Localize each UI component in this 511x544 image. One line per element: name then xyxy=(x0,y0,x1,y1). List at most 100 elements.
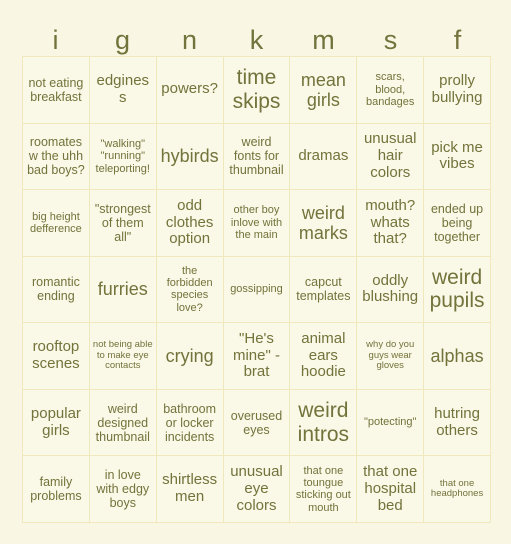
bingo-cell-label: roomates w the uhh bad boys? xyxy=(27,135,85,178)
bingo-cell-label: the forbidden species love? xyxy=(166,264,213,314)
bingo-cell-label: mean girls xyxy=(300,69,346,110)
header-letter-7: f xyxy=(453,24,462,55)
bingo-cell[interactable]: romantic ending xyxy=(23,256,90,324)
bingo-cell-label: mouth? whats that? xyxy=(365,196,416,248)
bingo-header-row: i g n k m s f xyxy=(22,24,491,56)
bingo-cell[interactable]: mean girls xyxy=(290,57,358,124)
bingo-cell[interactable]: unusual eye colors xyxy=(223,456,291,523)
header-letter-5: m xyxy=(312,24,335,55)
bingo-cell[interactable]: the forbidden species love? xyxy=(156,256,224,324)
bingo-grid: not eating breakfast edginess powers? time … xyxy=(22,56,491,523)
bingo-cell-label: overused eyes xyxy=(230,408,283,437)
header-letter-2: g xyxy=(114,24,131,55)
bingo-cell[interactable]: capcut templates xyxy=(290,256,358,324)
bingo-cell[interactable]: "walking" "running" teleporting! xyxy=(89,123,157,191)
bingo-cell[interactable]: that one headphones xyxy=(424,456,491,523)
bingo-cell[interactable]: edginess xyxy=(89,57,157,124)
header-letter-6: s xyxy=(383,24,398,55)
bingo-cell[interactable]: hybirds xyxy=(156,123,224,191)
bingo-cell[interactable]: weird pupils xyxy=(424,256,491,324)
bingo-cell-label: weird intros xyxy=(297,399,350,446)
bingo-cell-label: powers? xyxy=(161,80,218,98)
bingo-cell-label: crying xyxy=(165,345,214,366)
bingo-cell-label: shirtless men xyxy=(162,471,218,506)
header-letter-3: n xyxy=(181,24,198,55)
bingo-cell-label: family problems xyxy=(30,475,82,504)
bingo-cell-label: bathroom or locker incidents xyxy=(163,401,217,444)
bingo-cell[interactable]: gossipping xyxy=(223,256,291,324)
bingo-cell-label: "potecting" xyxy=(363,416,417,429)
bingo-cell[interactable]: unusual hair colors xyxy=(357,123,425,191)
bingo-cell-label: gossipping xyxy=(230,283,283,296)
header-letter-1: i xyxy=(52,24,59,55)
bingo-cell-label: popular girls xyxy=(30,404,81,439)
bingo-cell[interactable]: animal ears hoodie xyxy=(290,323,358,390)
bingo-cell[interactable]: oddly blushing xyxy=(357,256,425,324)
bingo-cell-label: in love with edgy boys xyxy=(96,468,150,511)
bingo-cell[interactable]: weird marks xyxy=(290,190,358,257)
bingo-cell[interactable]: popular girls xyxy=(23,389,90,457)
bingo-cell-label: big height defference xyxy=(30,210,82,235)
bingo-cell[interactable]: that one hospital bed xyxy=(357,456,425,523)
bingo-cell[interactable]: that one toungue sticking out mouth xyxy=(290,456,358,523)
bingo-cell-label: that one headphones xyxy=(430,477,484,500)
bingo-cell[interactable]: "He's mine" -brat xyxy=(223,323,291,390)
bingo-cell-label: weird marks xyxy=(298,202,348,243)
bingo-cell[interactable]: prolly bullying xyxy=(424,57,491,124)
bingo-cell[interactable]: in love with edgy boys xyxy=(89,456,157,523)
bingo-cell-label: animal ears hoodie xyxy=(300,329,346,381)
bingo-cell[interactable]: "potecting" xyxy=(357,389,425,457)
bingo-cell[interactable]: scars, blood, bandages xyxy=(357,57,425,124)
bingo-cell-label: time skips xyxy=(232,66,281,113)
bingo-cell-label: "strongest of them all" xyxy=(94,201,151,244)
bingo-cell[interactable]: powers? xyxy=(156,57,224,124)
bingo-cell-label: dramas xyxy=(298,146,349,164)
bingo-cell[interactable]: time skips xyxy=(223,57,291,124)
bingo-cell-label: other boy inlove with the main xyxy=(230,204,283,242)
bingo-cell-label: pick me vibes xyxy=(431,138,483,173)
bingo-cell-label: furries xyxy=(97,279,148,300)
bingo-cell[interactable]: why do you guys wear gloves xyxy=(357,323,425,390)
bingo-cell-label: edginess xyxy=(96,71,150,106)
bingo-cell[interactable]: big height defference xyxy=(23,190,90,257)
bingo-cell-label: weird pupils xyxy=(429,265,485,313)
bingo-cell[interactable]: furries xyxy=(89,256,157,324)
bingo-cell[interactable]: mouth? whats that? xyxy=(357,190,425,257)
bingo-cell-label: not eating breakfast xyxy=(28,75,84,104)
bingo-cell[interactable]: other boy inlove with the main xyxy=(223,190,291,257)
bingo-cell-label: that one toungue sticking out mouth xyxy=(295,464,351,514)
bingo-cell[interactable]: family problems xyxy=(23,456,90,523)
bingo-cell[interactable]: not being able to make eye contacts xyxy=(89,323,157,390)
bingo-cell[interactable]: crying xyxy=(156,323,224,390)
bingo-cell-label: "walking" "running" teleporting! xyxy=(95,137,150,175)
bingo-cell[interactable]: dramas xyxy=(290,123,358,191)
bingo-cell-label: oddly blushing xyxy=(362,271,419,306)
bingo-cell-label: why do you guys wear gloves xyxy=(366,339,415,372)
bingo-cell-label: "He's mine" -brat xyxy=(232,329,280,381)
bingo-cell[interactable]: weird intros xyxy=(290,389,358,457)
bingo-cell[interactable]: rooftop scenes xyxy=(23,323,90,390)
bingo-cell-label: unusual hair colors xyxy=(363,130,417,181)
bingo-board: i g n k m s f not eating breakfast edgine… xyxy=(0,0,511,544)
bingo-cell-label: weird fonts for thumbnail xyxy=(229,135,284,178)
bingo-cell-label: prolly bullying xyxy=(431,71,483,106)
bingo-cell[interactable]: roomates w the uhh bad boys? xyxy=(23,123,90,191)
bingo-cell[interactable]: odd clothes option xyxy=(156,190,224,257)
bingo-cell[interactable]: ended up being together xyxy=(424,190,491,257)
bingo-cell[interactable]: overused eyes xyxy=(223,389,291,457)
bingo-cell[interactable]: "strongest of them all" xyxy=(89,190,157,257)
bingo-cell-label: scars, blood, bandages xyxy=(366,71,415,108)
bingo-cell[interactable]: weird designed thumbnail xyxy=(89,389,157,457)
bingo-cell-label: alphas xyxy=(430,345,484,366)
bingo-cell[interactable]: shirtless men xyxy=(156,456,224,523)
bingo-cell[interactable]: hutring others xyxy=(424,389,491,457)
bingo-cell[interactable]: alphas xyxy=(424,323,491,390)
bingo-cell[interactable]: not eating breakfast xyxy=(23,57,90,124)
bingo-cell[interactable]: weird fonts for thumbnail xyxy=(223,123,291,191)
bingo-cell-label: hybirds xyxy=(160,146,219,167)
header-letter-4: k xyxy=(249,24,264,55)
bingo-cell[interactable]: bathroom or locker incidents xyxy=(156,389,224,457)
bingo-cell[interactable]: pick me vibes xyxy=(424,123,491,191)
bingo-cell-label: capcut templates xyxy=(296,275,351,304)
bingo-cell-label: unusual eye colors xyxy=(230,463,283,514)
